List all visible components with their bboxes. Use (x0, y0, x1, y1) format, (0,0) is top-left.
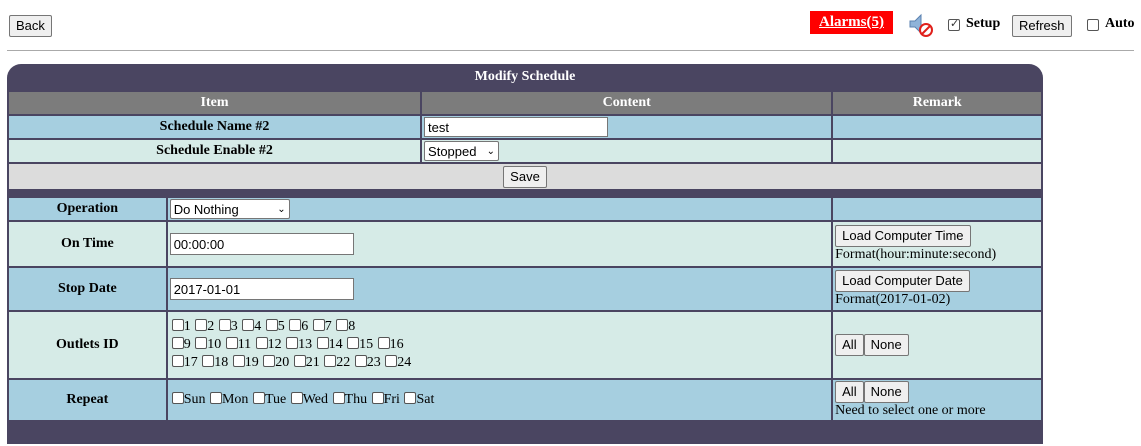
schedule-name-input[interactable] (424, 117, 609, 137)
outlet-checkbox[interactable] (347, 337, 360, 349)
outlet-checkbox[interactable] (171, 319, 184, 331)
auto-checkbox[interactable] (1087, 19, 1099, 31)
outlet-checkbox[interactable] (232, 355, 245, 367)
outlet-checkbox[interactable] (377, 337, 390, 349)
header-content: Content (422, 92, 832, 114)
back-button[interactable]: Back (9, 15, 52, 37)
day-checkbox-sat[interactable] (404, 392, 417, 404)
repeat-none-button[interactable]: None (863, 381, 909, 403)
on-time-label: On Time (9, 222, 166, 266)
save-button[interactable]: Save (503, 165, 547, 188)
time-format-note: Format(hour:minute:second) (835, 247, 997, 262)
schedule-enable-label: Schedule Enable #2 (9, 140, 421, 162)
outlets-none-button[interactable]: None (863, 334, 909, 356)
day-checkbox-wed[interactable] (290, 392, 303, 404)
stop-date-label: Stop Date (9, 268, 166, 310)
operation-label: Operation (9, 198, 166, 220)
load-computer-date-button[interactable]: Load Computer Date (835, 270, 970, 292)
outlet-checkbox[interactable] (195, 319, 208, 331)
outlet-checkbox[interactable] (312, 319, 325, 331)
on-time-input[interactable] (169, 233, 354, 255)
stop-date-input[interactable] (169, 278, 354, 300)
remark-cell (833, 116, 1041, 138)
outlet-checkbox[interactable] (316, 337, 329, 349)
outlet-checkbox[interactable] (195, 337, 208, 349)
outlet-checkbox[interactable] (265, 319, 278, 331)
outlet-checkbox[interactable] (242, 319, 255, 331)
repeat-note: Need to select one or more (835, 403, 986, 418)
remark-cell (833, 140, 1041, 162)
outlets-all-button[interactable]: All (835, 334, 864, 356)
chevron-down-icon: ⌄ (486, 145, 496, 157)
day-checkbox-tue[interactable] (252, 392, 265, 404)
outlet-checkbox[interactable] (293, 355, 306, 367)
repeat-all-button[interactable]: All (835, 381, 864, 403)
outlet-checkbox[interactable] (263, 355, 276, 367)
setup-checkbox[interactable] (948, 17, 960, 31)
outlets-row: 9 10 11 12 13 14 15 16 (171, 336, 831, 354)
day-checkbox-thu[interactable] (332, 392, 345, 404)
outlet-checkbox[interactable] (385, 355, 398, 367)
outlets-row: 1 2 3 4 5 6 7 8 (171, 318, 831, 336)
outlet-checkbox[interactable] (336, 319, 349, 331)
outlet-checkbox[interactable] (225, 337, 238, 349)
repeat-days-group: Sun Mon Tue Wed Thu Fri Sat (167, 380, 832, 420)
operation-select[interactable]: Do Nothing ⌄ (169, 199, 290, 219)
outlet-checkbox[interactable] (218, 319, 231, 331)
refresh-button[interactable]: Refresh (1012, 15, 1072, 37)
divider (7, 50, 1134, 51)
outlet-checkbox[interactable] (171, 337, 184, 349)
day-checkbox-sun[interactable] (171, 392, 184, 404)
schedule-table: Item Content Remark Schedule Name #2 Sch… (7, 90, 1043, 191)
outlets-checkbox-group: 1 2 3 4 5 6 7 8 9 10 11 12 13 14 15 16 1… (167, 312, 832, 378)
outlet-checkbox[interactable] (171, 355, 184, 367)
outlet-checkbox[interactable] (354, 355, 367, 367)
outlets-row: 17 18 19 20 21 22 23 24 (171, 354, 831, 372)
header-remark: Remark (833, 92, 1041, 114)
chevron-down-icon: ⌄ (277, 203, 286, 215)
alarms-link[interactable]: Alarms(5) (810, 11, 893, 34)
date-format-note: Format(2017-01-02) (835, 292, 951, 307)
outlet-checkbox[interactable] (255, 337, 268, 349)
schedule-name-label: Schedule Name #2 (9, 116, 421, 138)
repeat-label: Repeat (9, 380, 166, 420)
outlet-checkbox[interactable] (289, 319, 302, 331)
outlet-checkbox[interactable] (286, 337, 299, 349)
schedule-enable-select[interactable]: Stopped ⌄ (424, 141, 500, 161)
day-checkbox-fri[interactable] (371, 392, 384, 404)
auto-label: Auto (1105, 16, 1135, 31)
header-item: Item (9, 92, 421, 114)
remark-cell (833, 198, 1041, 220)
setup-label: Setup (966, 16, 1001, 31)
outlet-checkbox[interactable] (202, 355, 215, 367)
speaker-muted-icon[interactable] (906, 12, 936, 38)
day-checkbox-mon[interactable] (209, 392, 222, 404)
panel-title: Modify Schedule (474, 69, 576, 84)
load-computer-time-button[interactable]: Load Computer Time (835, 225, 971, 247)
outlets-id-label: Outlets ID (9, 312, 166, 378)
outlet-checkbox[interactable] (324, 355, 337, 367)
modify-schedule-panel: Modify Schedule Item Content Remark Sche… (7, 64, 1043, 444)
operation-table: Operation Do Nothing⌄ On Time Load Compu… (7, 196, 1043, 422)
